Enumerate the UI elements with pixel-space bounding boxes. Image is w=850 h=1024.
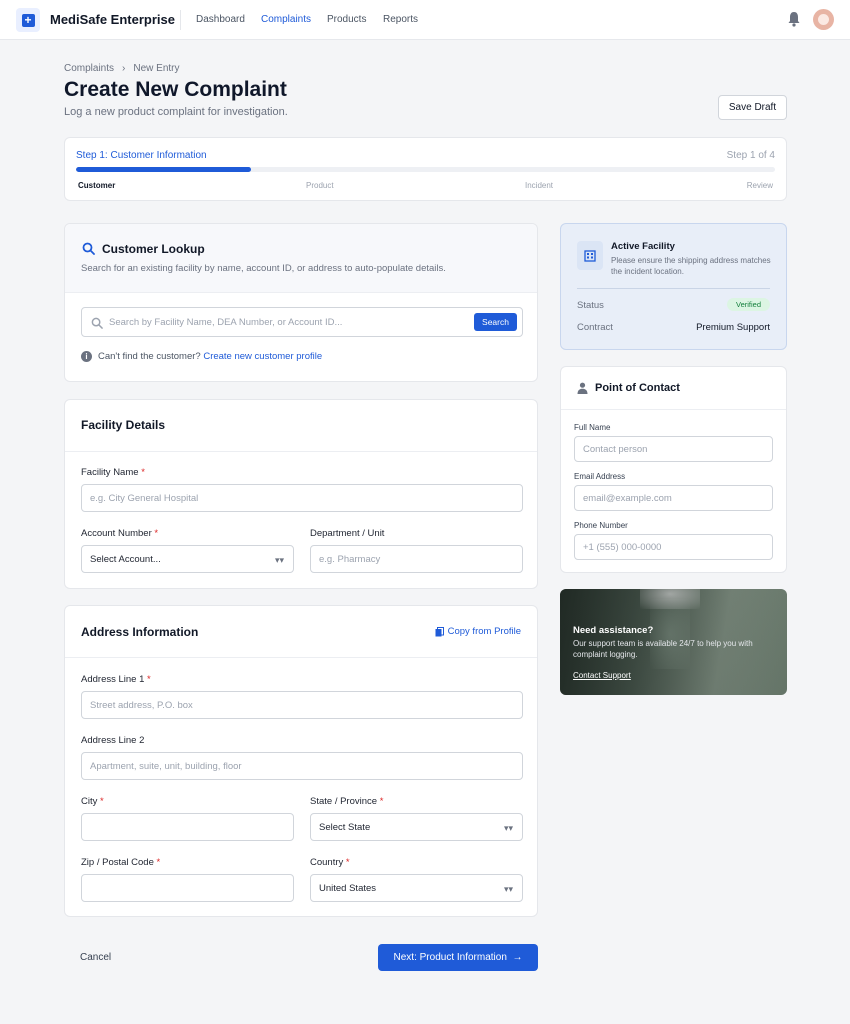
copy-icon <box>435 626 444 636</box>
nav-dashboard[interactable]: Dashboard <box>196 14 245 25</box>
search-button[interactable]: Search <box>474 313 517 331</box>
lookup-header: Customer Lookup Search for an existing f… <box>65 224 537 292</box>
step-product[interactable]: Product <box>306 181 334 190</box>
zip-input[interactable] <box>81 874 294 902</box>
search-placeholder: Search by Facility Name, DEA Number, or … <box>109 316 343 328</box>
customer-lookup-card: Customer Lookup Search for an existing f… <box>64 223 538 382</box>
medical-cross-icon[interactable]: + <box>16 8 40 32</box>
create-customer-link[interactable]: Create new customer profile <box>203 351 322 362</box>
search-icon <box>91 317 103 329</box>
address-card: Address Information Copy from Profile Ad… <box>64 605 538 917</box>
top-navbar: + MediSafe Enterprise Dashboard Complain… <box>0 0 850 40</box>
breadcrumb-current: New Entry <box>133 63 180 74</box>
divider <box>65 451 537 452</box>
assistance-title: Need assistance? <box>573 625 654 636</box>
department-input[interactable]: e.g. Pharmacy <box>310 545 523 573</box>
address-line1-input[interactable]: Street address, P.O. box <box>81 691 523 719</box>
search-icon <box>82 242 95 255</box>
country-select[interactable]: United States ▾▾ <box>310 874 523 902</box>
divider <box>180 10 181 30</box>
active-facility-card: Active Facility Please ensure the shippi… <box>560 223 787 350</box>
breadcrumb-complaints[interactable]: Complaints <box>64 63 114 74</box>
contract-value: Premium Support <box>696 322 770 333</box>
divider <box>65 657 537 658</box>
phone-label: Phone Number <box>574 521 628 530</box>
brand-name[interactable]: MediSafe Enterprise <box>50 12 175 27</box>
full-name-label: Full Name <box>574 423 611 432</box>
step-review[interactable]: Review <box>747 181 773 190</box>
chevron-down-icon: ▾▾ <box>274 555 284 565</box>
email-label: Email Address <box>574 472 626 481</box>
contract-label: Contract <box>577 322 613 333</box>
phone-input[interactable]: +1 (555) 000-0000 <box>574 534 773 560</box>
progress-label: Step 1: Customer Information <box>76 150 207 161</box>
info-icon: i <box>81 351 92 362</box>
page-title: Create New Complaint <box>64 78 287 101</box>
lookup-title: Customer Lookup <box>102 242 205 256</box>
chevron-down-icon: ▾▾ <box>503 823 513 833</box>
address-title: Address Information <box>81 625 199 639</box>
divider <box>65 292 537 293</box>
nav-reports[interactable]: Reports <box>383 14 418 25</box>
bell-icon[interactable] <box>787 11 801 27</box>
lookup-description: Search for an existing facility by name,… <box>81 263 446 274</box>
user-avatar[interactable] <box>813 9 834 30</box>
address-line2-label: Address Line 2 <box>81 735 145 746</box>
divider <box>577 288 770 289</box>
country-label: Country * <box>310 857 350 868</box>
page-subtitle: Log a new product complaint for investig… <box>64 106 288 118</box>
divider <box>561 409 786 410</box>
progress-count: Step 1 of 4 <box>726 150 775 161</box>
full-name-input[interactable]: Contact person <box>574 436 773 462</box>
progress-fill <box>76 167 251 172</box>
address-line1-label: Address Line 1 * <box>81 674 151 685</box>
city-label: City * <box>81 796 104 807</box>
step-incident[interactable]: Incident <box>525 181 553 190</box>
state-label: State / Province * <box>310 796 384 807</box>
assistance-card: Need assistance? Our support team is ava… <box>560 589 787 695</box>
facility-details-card: Facility Details Facility Name * e.g. Ci… <box>64 399 538 589</box>
next-button[interactable]: Next: Product Information → <box>378 944 538 971</box>
chevron-down-icon: ▾▾ <box>503 884 513 894</box>
customer-search-input[interactable]: Search by Facility Name, DEA Number, or … <box>81 307 523 337</box>
save-draft-button[interactable]: Save Draft <box>718 95 787 120</box>
zip-label: Zip / Postal Code * <box>81 857 161 868</box>
building-icon <box>577 241 603 270</box>
account-number-label: Account Number * <box>81 528 159 539</box>
breadcrumb: Complaints › New Entry <box>64 63 180 74</box>
assistance-text: Our support team is available 24/7 to he… <box>573 639 753 659</box>
status-badge: Verified <box>727 298 770 311</box>
department-label: Department / Unit <box>310 528 385 539</box>
facility-name-label: Facility Name * <box>81 467 145 478</box>
contact-support-link[interactable]: Contact Support <box>573 671 631 680</box>
breadcrumb-separator: › <box>122 63 126 74</box>
account-number-select[interactable]: Select Account... ▾▾ <box>81 545 294 573</box>
city-input[interactable] <box>81 813 294 841</box>
active-facility-description: Please ensure the shipping address match… <box>611 256 771 276</box>
copy-from-profile-link[interactable]: Copy from Profile <box>435 626 521 637</box>
address-line2-input[interactable]: Apartment, suite, unit, building, floor <box>81 752 523 780</box>
status-label: Status <box>577 300 604 311</box>
arrow-right-icon: → <box>512 952 523 963</box>
help-line: i Can't find the customer? Create new cu… <box>81 351 322 362</box>
progress-card: Step 1: Customer Information Step 1 of 4… <box>64 137 787 201</box>
point-of-contact-card: Point of Contact Full Name Contact perso… <box>560 366 787 573</box>
person-icon <box>577 382 588 394</box>
help-text: Can't find the customer? <box>98 351 201 362</box>
facility-title: Facility Details <box>81 418 166 432</box>
nav-complaints[interactable]: Complaints <box>261 14 311 25</box>
cancel-button[interactable]: Cancel <box>80 952 111 963</box>
contact-title: Point of Contact <box>595 382 680 394</box>
state-select[interactable]: Select State ▾▾ <box>310 813 523 841</box>
progress-bar <box>76 167 775 172</box>
step-customer[interactable]: Customer <box>78 181 115 190</box>
nav-products[interactable]: Products <box>327 14 366 25</box>
email-input[interactable]: email@example.com <box>574 485 773 511</box>
active-facility-title: Active Facility <box>611 241 675 252</box>
facility-name-input[interactable]: e.g. City General Hospital <box>81 484 523 512</box>
